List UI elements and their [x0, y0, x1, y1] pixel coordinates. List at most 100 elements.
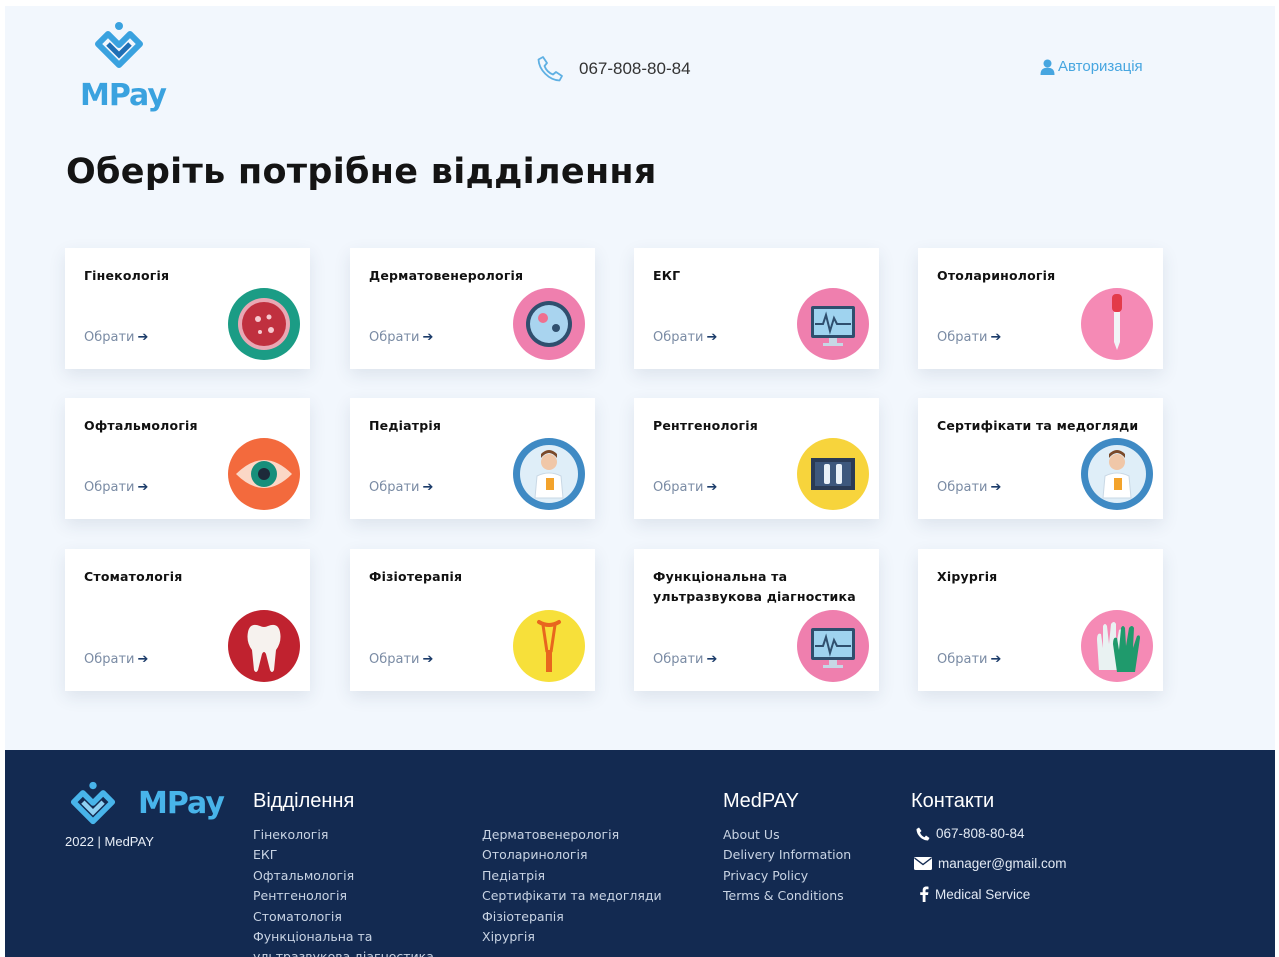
- department-card-dentistry[interactable]: Стоматологія Обрати ➔: [65, 549, 310, 691]
- footer-departments-list-2: Дерматовенерологія Отоларинологія Педіат…: [482, 825, 662, 947]
- footer-contact-facebook[interactable]: Medical Service: [919, 886, 1030, 902]
- department-card-otolaryngology[interactable]: Отоларинологія Обрати ➔: [918, 248, 1163, 369]
- department-card-surgery[interactable]: Хірургія Обрати ➔: [918, 549, 1163, 691]
- card-select-link[interactable]: Обрати ➔: [369, 652, 433, 667]
- department-card-ecg[interactable]: ЕКГ Обрати ➔: [634, 248, 879, 369]
- arrow-right-icon: ➔: [137, 330, 149, 345]
- footer-link[interactable]: Terms & Conditions: [723, 886, 851, 906]
- card-title: Рентгенологія: [653, 418, 758, 433]
- card-select-link[interactable]: Обрати ➔: [653, 480, 717, 495]
- card-select-link[interactable]: Обрати ➔: [653, 330, 717, 345]
- header-phone[interactable]: 067-808-80-84: [535, 54, 691, 84]
- footer-link[interactable]: Privacy Policy: [723, 866, 851, 886]
- arrow-right-icon: ➔: [422, 330, 434, 345]
- footer-copyright: 2022 | MedPAY: [65, 834, 154, 849]
- card-select-label: Обрати: [937, 652, 988, 667]
- facebook-icon: [920, 886, 929, 902]
- footer-link[interactable]: Фізіотерапія: [482, 907, 662, 927]
- logo-text: MPay: [80, 78, 167, 113]
- arrow-right-icon: ➔: [422, 652, 434, 667]
- footer-phone-text: 067-808-80-84: [936, 826, 1025, 841]
- card-select-link[interactable]: Обрати ➔: [369, 330, 433, 345]
- petri-dish-icon: [513, 288, 585, 360]
- xray-icon: [797, 438, 869, 510]
- cell-icon: [228, 288, 300, 360]
- page-title: Оберіть потрібне відділення: [66, 152, 657, 192]
- arrow-right-icon: ➔: [137, 480, 149, 495]
- card-select-link[interactable]: Обрати ➔: [653, 652, 717, 667]
- footer-logo[interactable]: MPay: [70, 780, 225, 826]
- card-select-link[interactable]: Обрати ➔: [84, 652, 148, 667]
- card-select-label: Обрати: [369, 330, 420, 345]
- auth-link[interactable]: Авторизація: [1040, 58, 1143, 75]
- footer-link[interactable]: Офтальмологія: [253, 866, 434, 886]
- card-title: Дерматовенерологія: [369, 268, 524, 283]
- arrow-right-icon: ➔: [706, 480, 718, 495]
- envelope-icon: [914, 857, 932, 870]
- footer-link[interactable]: ЕКГ: [253, 845, 434, 865]
- arrow-right-icon: ➔: [706, 652, 718, 667]
- eye-icon: [228, 438, 300, 510]
- card-select-label: Обрати: [937, 480, 988, 495]
- department-card-radiology[interactable]: Рентгенологія Обрати ➔: [634, 398, 879, 519]
- department-card-certificates[interactable]: Сертифікати та медогляди Обрати ➔: [918, 398, 1163, 519]
- footer-departments-heading: Відділення: [253, 790, 355, 812]
- department-card-pediatrics[interactable]: Педіатрія Обрати ➔: [350, 398, 595, 519]
- footer-link[interactable]: Хірургія: [482, 927, 662, 947]
- footer-contact-phone[interactable]: 067-808-80-84: [916, 826, 1025, 841]
- logo-mark-icon: [70, 781, 116, 825]
- footer-link[interactable]: Функціональна та: [253, 927, 434, 947]
- ecg-monitor-icon: [797, 288, 869, 360]
- footer-link[interactable]: Сертифікати та медогляди: [482, 886, 662, 906]
- ecg-monitor-icon: [797, 610, 869, 682]
- card-select-link[interactable]: Обрати ➔: [937, 652, 1001, 667]
- card-select-label: Обрати: [84, 480, 135, 495]
- footer-link[interactable]: Педіатрія: [482, 866, 662, 886]
- dropper-icon: [1081, 288, 1153, 360]
- user-icon: [1040, 59, 1055, 75]
- doctor-icon: [1081, 438, 1153, 510]
- footer-logo-text: MPay: [138, 785, 225, 821]
- footer-link[interactable]: Дерматовенерологія: [482, 825, 662, 845]
- footer-facebook-text: Medical Service: [935, 886, 1031, 902]
- crutch-icon: [513, 610, 585, 682]
- footer-contact-email[interactable]: manager@gmail.com: [914, 856, 1067, 871]
- card-select-link[interactable]: Обрати ➔: [369, 480, 433, 495]
- footer-link[interactable]: Стоматологія: [253, 907, 434, 927]
- card-select-link[interactable]: Обрати ➔: [937, 480, 1001, 495]
- card-select-label: Обрати: [937, 330, 988, 345]
- card-select-label: Обрати: [84, 330, 135, 345]
- page: MPay 067-808-80-84 Авторизація Оберіть п…: [5, 6, 1275, 957]
- phone-icon: [916, 827, 930, 840]
- footer-medpay-heading: MedPAY: [723, 790, 799, 812]
- card-select-label: Обрати: [653, 330, 704, 345]
- footer-link[interactable]: ультразвукова діагностика: [253, 947, 434, 957]
- card-select-label: Обрати: [369, 480, 420, 495]
- card-title: Фізіотерапія: [369, 569, 463, 584]
- phone-icon: [537, 56, 563, 82]
- arrow-right-icon: ➔: [990, 480, 1002, 495]
- arrow-right-icon: ➔: [137, 652, 149, 667]
- footer: MPay 2022 | MedPAY Відділення Гінекологі…: [5, 750, 1275, 957]
- card-title: Функціональна та ультразвукова діагности…: [653, 569, 856, 604]
- department-card-diagnostics[interactable]: Функціональна та ультразвукова діагности…: [634, 549, 879, 691]
- footer-contacts-heading: Контакти: [911, 790, 995, 812]
- card-title: Педіатрія: [369, 418, 442, 433]
- card-select-link[interactable]: Обрати ➔: [84, 330, 148, 345]
- card-select-link[interactable]: Обрати ➔: [84, 480, 148, 495]
- card-select-link[interactable]: Обрати ➔: [937, 330, 1001, 345]
- header-phone-number: 067-808-80-84: [579, 59, 691, 78]
- department-card-ophthalmology[interactable]: Офтальмологія Обрати ➔: [65, 398, 310, 519]
- tooth-icon: [228, 610, 300, 682]
- footer-link[interactable]: Гінекологія: [253, 825, 434, 845]
- footer-link[interactable]: Delivery Information: [723, 845, 851, 865]
- card-title: Хірургія: [937, 569, 998, 584]
- gloves-icon: [1081, 610, 1153, 682]
- footer-link[interactable]: About Us: [723, 825, 851, 845]
- department-card-physiotherapy[interactable]: Фізіотерапія Обрати ➔: [350, 549, 595, 691]
- department-card-gynecology[interactable]: Гінекологія Обрати ➔: [65, 248, 310, 369]
- department-card-dermatology[interactable]: Дерматовенерологія Обрати ➔: [350, 248, 595, 369]
- footer-link[interactable]: Отоларинологія: [482, 845, 662, 865]
- card-title: Гінекологія: [84, 268, 170, 283]
- footer-link[interactable]: Рентгенологія: [253, 886, 434, 906]
